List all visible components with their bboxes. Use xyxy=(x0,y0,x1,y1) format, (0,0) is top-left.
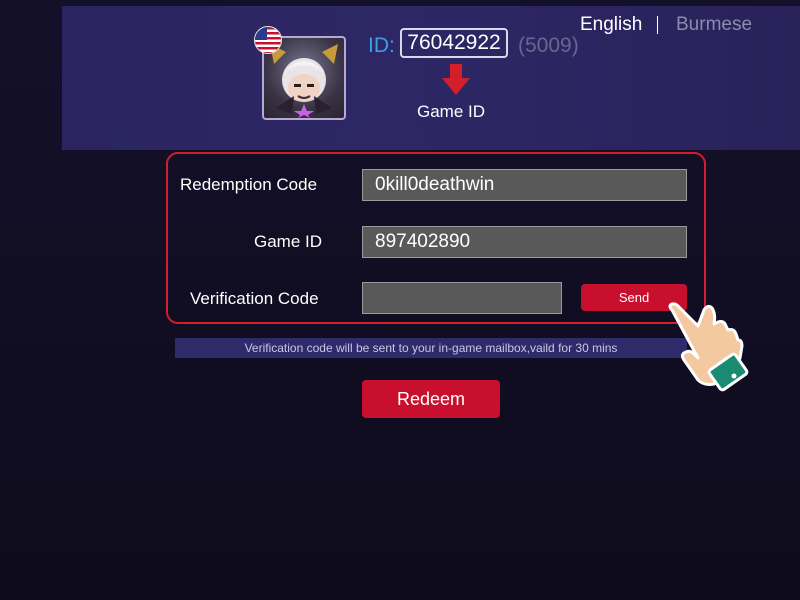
pointing-hand-icon xyxy=(668,302,749,392)
redeem-button[interactable]: Redeem xyxy=(362,380,500,418)
language-english-link[interactable]: English xyxy=(580,14,642,36)
player-id-label: ID: xyxy=(368,34,395,57)
redemption-code-input[interactable]: 0kill0deathwin xyxy=(362,169,687,201)
verification-code-label: Verification Code xyxy=(190,289,319,308)
verification-notice: Verification code will be sent to your i… xyxy=(175,338,687,358)
server-number: (5009) xyxy=(518,34,579,57)
language-divider xyxy=(657,16,658,34)
language-burmese-link[interactable]: Burmese xyxy=(676,14,752,36)
redemption-code-label: Redemption Code xyxy=(180,175,318,194)
player-id-value: 76042922 xyxy=(400,28,508,58)
game-id-label: Game ID xyxy=(254,232,323,251)
game-id-input[interactable]: 897402890 xyxy=(362,226,687,258)
game-id-caption: Game ID xyxy=(417,102,486,121)
arrow-down-icon xyxy=(442,64,470,95)
verification-code-input[interactable] xyxy=(362,282,562,314)
us-flag-icon xyxy=(254,26,282,54)
